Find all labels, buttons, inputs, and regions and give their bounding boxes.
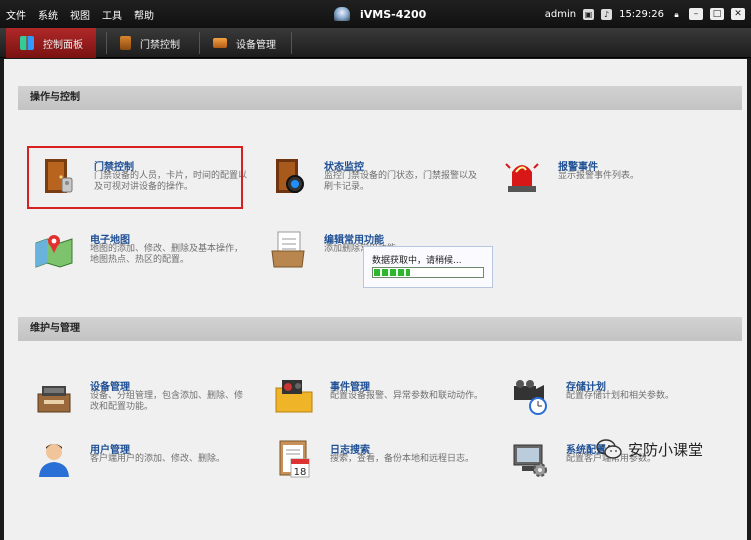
menu-bar: 文件 系统 视图 工具 帮助 [6,0,154,28]
tab-access-control[interactable]: 门禁控制 [106,28,198,58]
tab-control-panel[interactable]: 控制面板 [6,28,96,58]
tab-device-management[interactable]: 设备管理 [199,28,291,58]
watermark-text: 安防小课堂 [628,440,704,459]
image-icon[interactable]: ▣ [583,8,595,20]
lock-icon[interactable]: 🔒︎ [671,9,682,20]
alarm-light-icon [505,163,539,192]
feature-desc: 搜索，查看，备份本地和远程日志。 [330,454,475,464]
feature-desc: 设备、分组管理，包含添加、删除、修改和配置功能。 [90,391,244,412]
wechat-icon [596,439,622,459]
tab-label: 控制面板 [43,39,83,51]
username: admin [544,8,577,20]
feature-desc: 显示报警事件列表。 [558,171,640,181]
feature-desc: 地图的添加、修改、删除及基本操作，地图热点、热区的配置。 [90,244,244,265]
monitor-gear-icon [513,444,547,477]
device-icon [37,386,71,413]
progress-bar [372,267,484,278]
device-management-icon [213,38,227,48]
feature-event-management[interactable]: 事件管理 配置设备报警、异常参数和联动动作。 [274,376,484,422]
calendar-log-icon: 18 [279,440,310,478]
title-bar: 文件 系统 视图 工具 帮助 iVMS-4200 admin ▣ ♪ 15:29… [0,0,751,28]
menu-view[interactable]: 视图 [70,7,90,22]
menu-file[interactable]: 文件 [6,7,26,22]
app-title: iVMS-4200 [334,0,426,28]
maximize-icon[interactable]: □ [710,8,724,20]
camera-clock-icon [514,380,547,415]
access-control-icon [120,36,131,50]
section-header-maintenance: 维护与管理 [18,317,742,341]
volume-icon[interactable]: ♪ [601,8,613,20]
edit-functions-icon [271,231,305,268]
feature-desc: 监控门禁设备的门状态，门禁报警以及刷卡记录。 [324,171,478,192]
feature-device-management[interactable]: 设备管理 设备、分组管理，包含添加、删除、修改和配置功能。 [34,376,244,422]
user-icon [39,444,69,477]
feature-status-monitor[interactable]: 状态监控 监控门禁设备的门状态，门禁报警以及刷卡记录。 [268,156,478,202]
control-panel: 操作与控制 门禁控制 门禁设备的人员，卡片，时间的配置以及可视对讲设备的操作。 … [4,59,747,540]
menu-help[interactable]: 帮助 [134,7,154,22]
feature-log-search[interactable]: 18 日志搜索 搜索，查看，备份本地和远程日志。 [274,439,484,485]
loading-message: 数据获取中，请稍候... [372,256,462,266]
event-folder-icon [275,380,313,413]
feature-desc: 配置存储计划和相关参数。 [566,391,675,401]
feature-storage-schedule[interactable]: 存储计划 配置存储计划和相关参数。 [510,376,720,422]
clock: 15:29:26 [619,8,664,20]
tab-divider [291,32,292,54]
section-header-operation: 操作与控制 [18,86,742,110]
menu-tools[interactable]: 工具 [102,7,122,22]
progress-fill [374,269,410,276]
close-icon[interactable]: ✕ [731,8,745,20]
tab-label: 门禁控制 [140,39,180,51]
menu-system[interactable]: 系统 [38,7,58,22]
svg-text:18: 18 [294,467,307,478]
feature-desc: 配置设备报警、异常参数和联动动作。 [330,391,484,401]
status-area: admin ▣ ♪ 15:29:26 🔒︎ – □ ✕ [545,0,745,28]
door-monitor-icon [276,159,304,193]
tab-bar: 控制面板 门禁控制 设备管理 [0,28,751,58]
feature-e-map[interactable]: 电子地图 地图的添加、修改、删除及基本操作，地图热点、热区的配置。 [34,229,244,275]
camera-logo-icon [334,7,350,21]
feature-user-management[interactable]: 用户管理 客户端用户的添加、修改、删除。 [34,439,244,485]
feature-desc: 客户端用户的添加、修改、删除。 [90,454,226,464]
map-icon [35,235,73,268]
loading-dialog: 数据获取中，请稍候... [363,246,493,288]
tab-label: 设备管理 [236,39,276,51]
watermark: 安防小课堂 [596,435,703,463]
feature-alarm-events[interactable]: 报警事件 显示报警事件列表。 [502,156,712,202]
highlight-box [27,146,243,209]
minimize-icon[interactable]: – [689,8,703,20]
control-panel-icon [20,36,34,50]
app-title-text: iVMS-4200 [360,7,427,21]
